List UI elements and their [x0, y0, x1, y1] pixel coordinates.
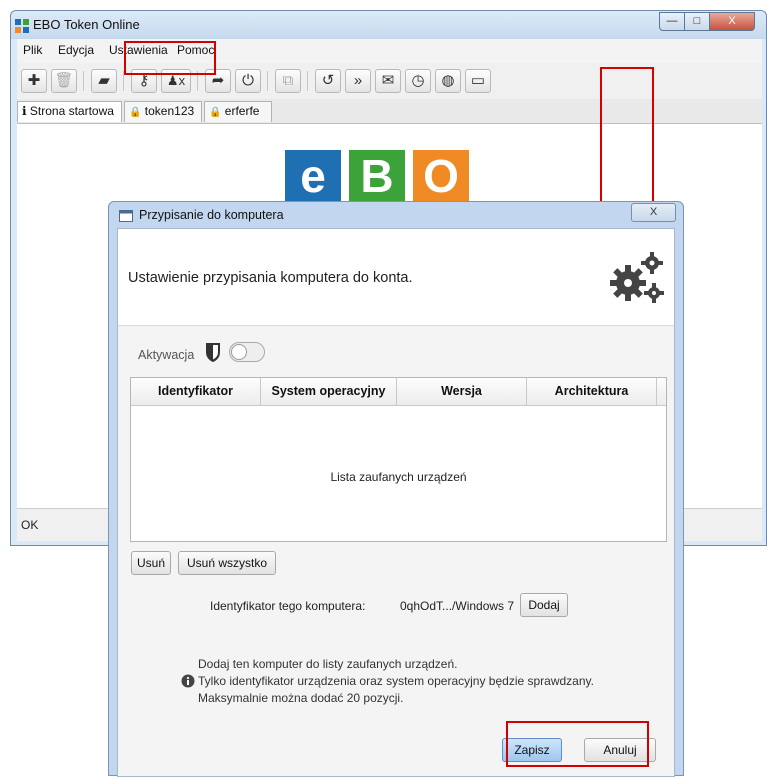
dialog-title: Przypisanie do komputera: [139, 208, 284, 222]
globe-icon[interactable]: ◍: [435, 69, 461, 93]
toolbar-separator: [307, 71, 308, 91]
lock-icon: 🔒: [129, 107, 142, 118]
tab-label: erferfe: [224, 104, 260, 118]
dialog-header: Ustawienie przypisania komputera do kont…: [118, 229, 674, 326]
monitor-icon[interactable]: ▭: [465, 69, 491, 93]
logo-tile-e: e: [285, 150, 341, 206]
dialog-window: Przypisanie do komputera X Ustawienie pr…: [108, 201, 684, 777]
activation-toggle[interactable]: [229, 342, 265, 362]
lock-icon: 🔒: [209, 107, 222, 118]
trusted-devices-table: Identyfikator System operacyjny Wersja A…: [130, 377, 667, 542]
tab-erferfe[interactable]: 🔒 erferfe: [204, 101, 272, 122]
copy-icon[interactable]: ⧉: [275, 69, 301, 93]
plus-icon[interactable]: ✚: [21, 69, 47, 93]
trash-icon[interactable]: 🗑: [51, 69, 77, 93]
highlight-save-button: [506, 721, 649, 767]
toolbar-separator: [267, 71, 268, 91]
dialog-window-icon: [119, 210, 133, 222]
title-bar: EBO Token Online — □ X: [11, 11, 766, 39]
info-text-line-2: Tylko identyfikator urządzenia oraz syst…: [198, 674, 594, 688]
window-title: EBO Token Online: [33, 17, 140, 32]
menu-edycja[interactable]: Edycja: [58, 43, 94, 57]
history-icon[interactable]: ↺: [315, 69, 341, 93]
shield-icon: [206, 343, 220, 362]
info-text-line-1: Dodaj ten komputer do listy zaufanych ur…: [198, 657, 458, 671]
computer-id-value: 0qhOdT.../Windows 7: [400, 599, 515, 613]
computer-id-label: Identyfikator tego komputera:: [210, 599, 366, 613]
menu-plik[interactable]: Plik: [23, 43, 42, 57]
activation-label: Aktywacja: [138, 348, 195, 362]
status-text: OK: [21, 518, 39, 532]
toolbar-separator: [83, 71, 84, 91]
settings-gears-icon: [610, 252, 664, 303]
notebook-icon[interactable]: ▰: [91, 69, 117, 93]
minimize-button[interactable]: —: [659, 12, 685, 31]
info-text-line-3: Maksymalnie można dodać 20 pozycji.: [198, 691, 404, 705]
toggle-knob: [231, 344, 247, 360]
dialog-body: Ustawienie przypisania komputera do kont…: [117, 228, 675, 777]
close-button[interactable]: X: [709, 12, 755, 31]
highlight-menu-ustawienia: [124, 41, 216, 75]
tab-token123[interactable]: 🔒 token123: [124, 101, 202, 122]
table-placeholder: Lista zaufanych urządzeń: [330, 470, 467, 484]
clock-icon[interactable]: ◷: [405, 69, 431, 93]
tab-label: Strona startowa: [29, 104, 114, 118]
maximize-button[interactable]: □: [684, 12, 710, 31]
app-icon: [15, 19, 29, 33]
tab-label: token123: [144, 104, 195, 118]
forward-icon[interactable]: »: [345, 69, 371, 93]
logo-tile-o: O: [413, 150, 469, 206]
remove-button[interactable]: Usuń: [131, 551, 171, 575]
envelope-icon[interactable]: ✉: [375, 69, 401, 93]
add-button[interactable]: Dodaj: [520, 593, 568, 617]
power-icon[interactable]: ⏻: [235, 69, 261, 93]
info-icon: [181, 674, 195, 688]
dialog-close-button[interactable]: X: [631, 203, 676, 222]
column-identyfikator[interactable]: Identyfikator: [131, 378, 261, 405]
dialog-header-text: Ustawienie przypisania komputera do kont…: [128, 270, 413, 286]
info-icon: ℹ: [22, 104, 27, 118]
table-header: Identyfikator System operacyjny Wersja A…: [131, 378, 666, 406]
remove-all-button[interactable]: Usuń wszystko: [178, 551, 276, 575]
column-architektura[interactable]: Architektura: [527, 378, 657, 405]
tab-strona-startowa[interactable]: ℹ Strona startowa: [17, 101, 122, 122]
logo-tile-b: B: [349, 150, 405, 206]
column-system-operacyjny[interactable]: System operacyjny: [261, 378, 397, 405]
column-wersja[interactable]: Wersja: [397, 378, 527, 405]
